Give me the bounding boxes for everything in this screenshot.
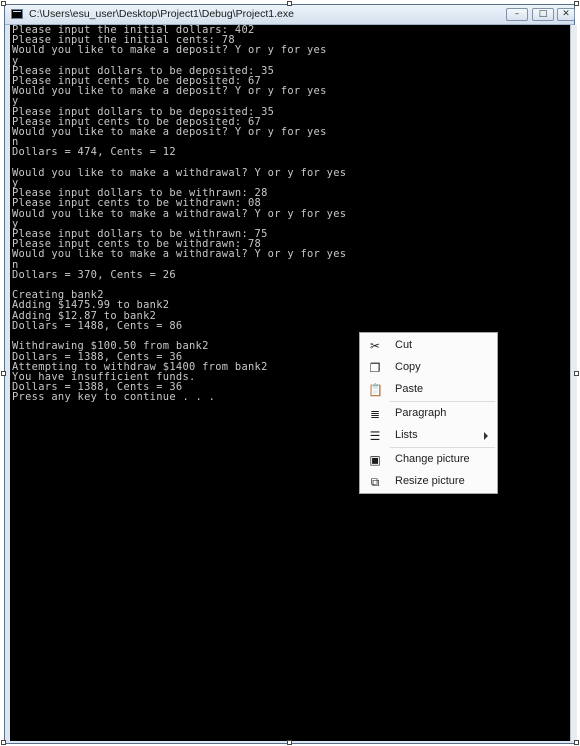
menu-item-label: Paste <box>395 383 424 395</box>
menu-item-label: Cut <box>395 339 413 351</box>
list-icon: ☰ <box>369 429 381 443</box>
menu-item-cut[interactable]: ✂ Cut <box>362 336 495 356</box>
menu-separator <box>390 401 495 402</box>
resize-handle-middle-left[interactable] <box>1 371 6 376</box>
resize-picture-icon: ⧉ <box>370 475 380 489</box>
resize-handle-bottom-center[interactable] <box>287 740 292 745</box>
resize-handle-bottom-right[interactable] <box>574 740 579 745</box>
menu-separator <box>390 447 495 448</box>
console-line: Press any key to continue . . . <box>12 391 216 404</box>
copy-icon: ❐ <box>369 361 381 375</box>
console-line: Would you like to make a deposit? Y or y… <box>12 85 327 98</box>
console-line: Dollars = 370, Cents = 26 <box>12 268 176 281</box>
menu-item-label: Copy <box>395 361 421 373</box>
console-line: Would you like to make a withdrawal? Y o… <box>12 166 347 179</box>
resize-handle-top-left[interactable] <box>1 1 6 6</box>
console-line: Dollars = 474, Cents = 12 <box>12 146 176 159</box>
window-title: C:\Users\esu_user\Desktop\Project1\Debug… <box>29 8 294 20</box>
resize-handle-top-right[interactable] <box>574 1 579 6</box>
menu-item-change-picture[interactable]: ▣ Change picture <box>362 450 495 470</box>
menu-item-resize-picture[interactable]: ⧉ Resize picture <box>362 472 495 492</box>
maximize-button[interactable]: □ <box>532 8 554 21</box>
menu-item-paragraph[interactable]: ≣ Paragraph <box>362 404 495 424</box>
menu-item-label: Change picture <box>395 453 470 465</box>
paste-icon: 📋 <box>368 383 383 397</box>
vertical-scrollbar[interactable] <box>570 25 577 741</box>
menu-item-label: Paragraph <box>395 407 447 419</box>
context-menu: ✂ Cut ❐ Copy 📋 Paste ≣ Paragraph ☰ Lists… <box>359 332 498 494</box>
console-line: Would you like to make a withdrawal? Y o… <box>12 207 347 220</box>
menu-item-copy[interactable]: ❐ Copy <box>362 358 495 378</box>
console-line: Would you like to make a deposit? Y or y… <box>12 44 327 57</box>
minimize-button[interactable]: – <box>506 8 528 21</box>
console-line: Would you like to make a withdrawal? Y o… <box>12 248 347 261</box>
resize-handle-bottom-left[interactable] <box>1 740 6 745</box>
title-bar[interactable]: C:\Users\esu_user\Desktop\Project1\Debug… <box>5 5 575 25</box>
submenu-arrow-icon <box>484 432 488 440</box>
close-button[interactable]: ✕ <box>557 8 575 21</box>
menu-item-label: Lists <box>395 429 418 441</box>
resize-handle-middle-right[interactable] <box>574 371 579 376</box>
resize-handle-top-center[interactable] <box>287 1 292 6</box>
console-line: Would you like to make a deposit? Y or y… <box>12 126 327 139</box>
menu-item-label: Resize picture <box>395 475 465 487</box>
menu-item-lists[interactable]: ☰ Lists <box>362 426 495 446</box>
console-app-icon <box>11 9 23 19</box>
console-line: Dollars = 1488, Cents = 86 <box>12 319 183 332</box>
scissors-icon: ✂ <box>369 339 381 353</box>
paragraph-icon: ≣ <box>369 407 381 421</box>
change-picture-icon: ▣ <box>369 453 381 467</box>
menu-item-paste[interactable]: 📋 Paste <box>362 380 495 400</box>
